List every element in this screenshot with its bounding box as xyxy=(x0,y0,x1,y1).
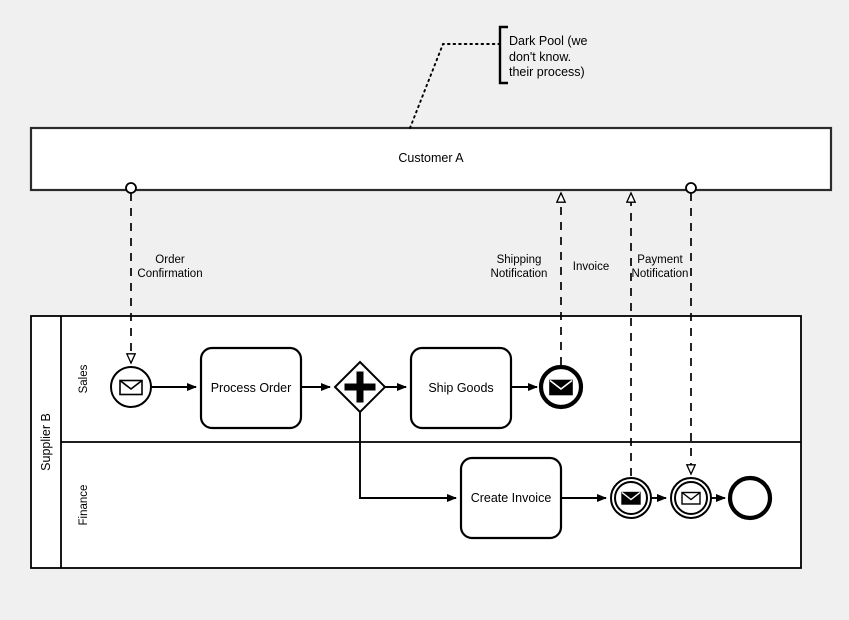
annotation-association xyxy=(409,25,508,129)
message-start-event[interactable] xyxy=(110,366,152,408)
end-event[interactable] xyxy=(727,475,773,521)
message-end-event[interactable] xyxy=(538,364,584,410)
task-ship-goods[interactable] xyxy=(409,346,513,430)
message-intermediate-catch-event[interactable] xyxy=(670,477,712,519)
diagram-vector-layer xyxy=(29,25,833,569)
task-process-order[interactable] xyxy=(199,346,303,430)
pool-customer-a[interactable] xyxy=(29,126,833,192)
task-create-invoice[interactable] xyxy=(459,456,563,540)
bpmn-diagram-canvas: Customer A Supplier B Sales Finance Proc… xyxy=(0,0,849,620)
message-intermediate-throw-event[interactable] xyxy=(610,477,652,519)
